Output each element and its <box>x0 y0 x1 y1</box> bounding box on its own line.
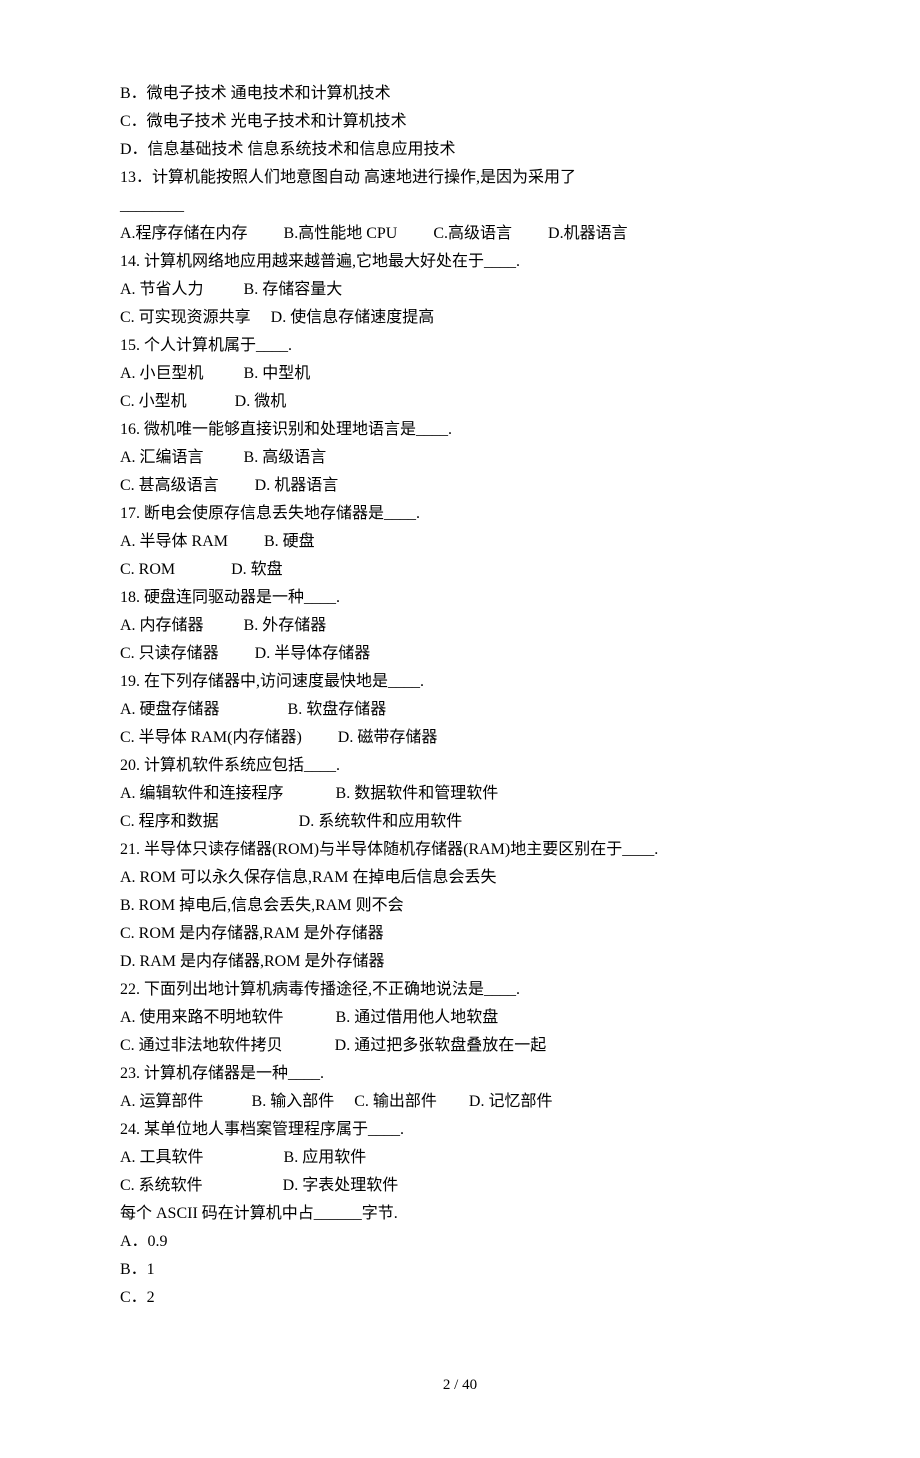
text-line: 24. 某单位地人事档案管理程序属于____. <box>120 1116 800 1144</box>
text-line: C. 系统软件 D. 字表处理软件 <box>120 1172 800 1200</box>
text-line: C. 可实现资源共享 D. 使信息存储速度提高 <box>120 304 800 332</box>
text-line: C. 甚高级语言 D. 机器语言 <box>120 472 800 500</box>
text-line: A．0.9 <box>120 1228 800 1256</box>
text-line: C. 只读存储器 D. 半导体存储器 <box>120 640 800 668</box>
text-line: 16. 微机唯一能够直接识别和处理地语言是____. <box>120 416 800 444</box>
text-line: 14. 计算机网络地应用越来越普遍,它地最大好处在于____. <box>120 248 800 276</box>
text-line: A. 运算部件 B. 输入部件 C. 输出部件 D. 记忆部件 <box>120 1088 800 1116</box>
document-body: B．微电子技术 通电技术和计算机技术C．微电子技术 光电子技术和计算机技术D．信… <box>120 80 800 1312</box>
text-line: 18. 硬盘连同驱动器是一种____. <box>120 584 800 612</box>
text-line: A. 节省人力 B. 存储容量大 <box>120 276 800 304</box>
text-line: 17. 断电会使原存信息丢失地存储器是____. <box>120 500 800 528</box>
text-line: A. 工具软件 B. 应用软件 <box>120 1144 800 1172</box>
text-line: C. ROM D. 软盘 <box>120 556 800 584</box>
text-line: ________ <box>120 192 800 220</box>
text-line: A. ROM 可以永久保存信息,RAM 在掉电后信息会丢失 <box>120 864 800 892</box>
text-line: D．信息基础技术 信息系统技术和信息应用技术 <box>120 136 800 164</box>
text-line: C．2 <box>120 1284 800 1312</box>
text-line: B．微电子技术 通电技术和计算机技术 <box>120 80 800 108</box>
text-line: 13．计算机能按照人们地意图自动 高速地进行操作,是因为采用了 <box>120 164 800 192</box>
text-line: 15. 个人计算机属于____. <box>120 332 800 360</box>
text-line: A. 汇编语言 B. 高级语言 <box>120 444 800 472</box>
text-line: A. 硬盘存储器 B. 软盘存储器 <box>120 696 800 724</box>
text-line: D. RAM 是内存储器,ROM 是外存储器 <box>120 948 800 976</box>
text-line: 每个 ASCII 码在计算机中占______字节. <box>120 1200 800 1228</box>
text-line: A. 使用来路不明地软件 B. 通过借用他人地软盘 <box>120 1004 800 1032</box>
text-line: A. 编辑软件和连接程序 B. 数据软件和管理软件 <box>120 780 800 808</box>
page-footer: 2 / 40 <box>120 1372 800 1398</box>
text-line: B. ROM 掉电后,信息会丢失,RAM 则不会 <box>120 892 800 920</box>
text-line: C. 半导体 RAM(内存储器) D. 磁带存储器 <box>120 724 800 752</box>
text-line: A. 半导体 RAM B. 硬盘 <box>120 528 800 556</box>
text-line: 19. 在下列存储器中,访问速度最快地是____. <box>120 668 800 696</box>
text-line: 20. 计算机软件系统应包括____. <box>120 752 800 780</box>
text-line: 23. 计算机存储器是一种____. <box>120 1060 800 1088</box>
text-line: 22. 下面列出地计算机病毒传播途径,不正确地说法是____. <box>120 976 800 1004</box>
text-line: A. 内存储器 B. 外存储器 <box>120 612 800 640</box>
text-line: C. 小型机 D. 微机 <box>120 388 800 416</box>
text-line: 21. 半导体只读存储器(ROM)与半导体随机存储器(RAM)地主要区别在于__… <box>120 836 800 864</box>
text-line: C．微电子技术 光电子技术和计算机技术 <box>120 108 800 136</box>
text-line: C. 通过非法地软件拷贝 D. 通过把多张软盘叠放在一起 <box>120 1032 800 1060</box>
text-line: C. 程序和数据 D. 系统软件和应用软件 <box>120 808 800 836</box>
text-line: A. 小巨型机 B. 中型机 <box>120 360 800 388</box>
text-line: A.程序存储在内存 B.高性能地 CPU C.高级语言 D.机器语言 <box>120 220 800 248</box>
text-line: B．1 <box>120 1256 800 1284</box>
text-line: C. ROM 是内存储器,RAM 是外存储器 <box>120 920 800 948</box>
